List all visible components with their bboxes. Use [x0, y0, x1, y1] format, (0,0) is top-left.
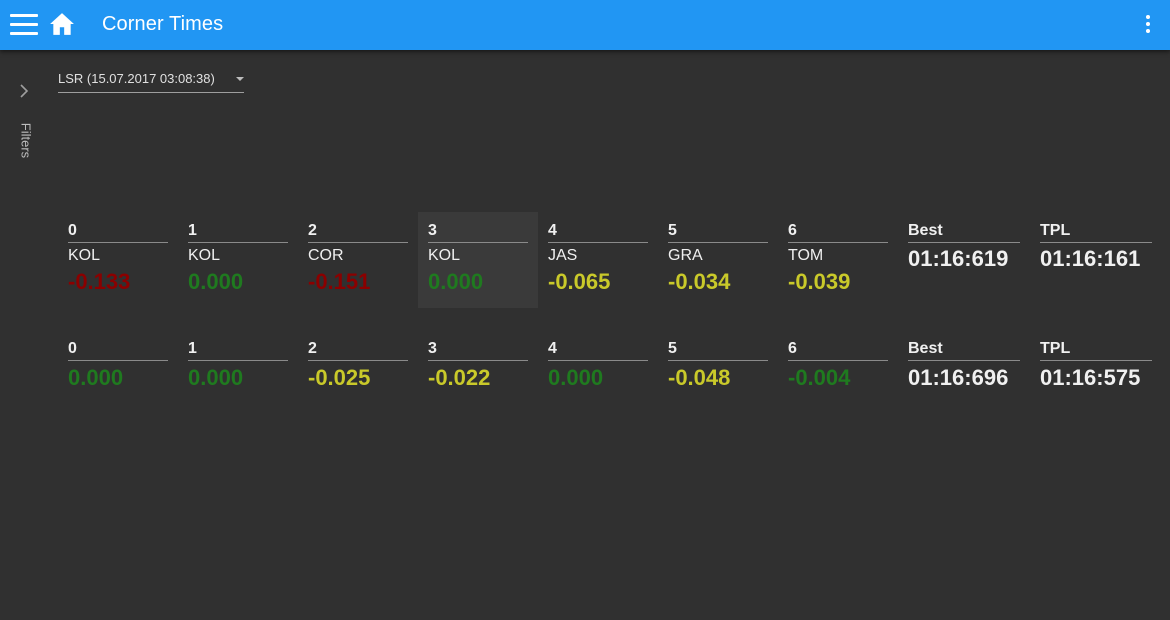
- corner-delta: 0.000: [188, 269, 244, 294]
- corner-delta: -0.048: [668, 365, 731, 390]
- corner-delta: 0.000: [188, 365, 244, 390]
- tpl-cell: TPL 01:16:575: [1040, 340, 1152, 391]
- driver-code: JAS: [548, 247, 578, 264]
- corner-cell-6: 6 -0.004: [788, 340, 888, 391]
- driver-code: TOM: [788, 247, 824, 264]
- chevron-right-icon[interactable]: [17, 84, 31, 98]
- best-cell: Best 01:16:696: [908, 340, 1020, 391]
- corner-cell-1: 1 0.000: [188, 340, 288, 391]
- corner-cell-0: 0 KOL -0.133: [68, 222, 168, 295]
- corner-cell-5: 5 -0.048: [668, 340, 768, 391]
- best-time: 01:16:619: [908, 246, 1009, 271]
- dropdown-caret-icon: [236, 77, 244, 81]
- corner-cell-6: 6 TOM -0.039: [788, 222, 888, 295]
- corner-cell-2: 2 -0.025: [308, 340, 408, 391]
- driver-code: KOL: [188, 247, 221, 264]
- corner-index: 6: [788, 222, 888, 243]
- corner-index: 6: [788, 340, 888, 361]
- app-bar: Corner Times: [0, 0, 1170, 50]
- page-title: Corner Times: [102, 13, 224, 35]
- corner-cell-0: 0 0.000: [68, 340, 168, 391]
- corner-delta: -0.133: [68, 269, 131, 294]
- corner-index: 1: [188, 340, 288, 361]
- corner-index: 4: [548, 340, 648, 361]
- session-select-value: LSR (15.07.2017 03:08:38): [58, 71, 215, 86]
- driver-code: KOL: [428, 247, 461, 264]
- tpl-time: 01:16:575: [1040, 365, 1141, 390]
- driver-code: GRA: [668, 247, 703, 264]
- tpl-time: 01:16:161: [1040, 246, 1141, 271]
- home-icon[interactable]: [49, 12, 75, 36]
- corner-index: 3: [428, 340, 528, 361]
- session-select[interactable]: LSR (15.07.2017 03:08:38): [58, 66, 244, 93]
- tpl-label: TPL: [1040, 222, 1152, 243]
- corner-delta: 0.000: [68, 365, 124, 390]
- corner-cell-4: 4 JAS -0.065: [548, 222, 648, 295]
- best-label: Best: [908, 222, 1020, 243]
- filters-toggle[interactable]: Filters: [19, 121, 34, 161]
- corner-delta: 0.000: [548, 365, 604, 390]
- corner-delta: -0.004: [788, 365, 851, 390]
- corner-cell-2: 2 COR -0.151: [308, 222, 408, 295]
- corner-cell-1: 1 KOL 0.000: [188, 222, 288, 295]
- best-label: Best: [908, 340, 1020, 361]
- corner-index: 5: [668, 340, 768, 361]
- more-vert-icon[interactable]: [1143, 15, 1153, 35]
- corner-index: 1: [188, 222, 288, 243]
- corner-delta: -0.039: [788, 269, 851, 294]
- best-time: 01:16:696: [908, 365, 1009, 390]
- corner-cell-5: 5 GRA -0.034: [668, 222, 768, 295]
- corner-delta: -0.034: [668, 269, 731, 294]
- corner-delta: -0.022: [428, 365, 491, 390]
- corner-index: 5: [668, 222, 768, 243]
- corner-index: 0: [68, 222, 168, 243]
- corner-delta: -0.065: [548, 269, 611, 294]
- corner-index: 0: [68, 340, 168, 361]
- corner-delta: 0.000: [428, 269, 484, 294]
- tpl-label: TPL: [1040, 340, 1152, 361]
- driver-code: KOL: [68, 247, 101, 264]
- corner-index: 2: [308, 340, 408, 361]
- menu-icon[interactable]: [10, 14, 38, 36]
- corner-delta: -0.151: [308, 269, 371, 294]
- best-cell: Best 01:16:619: [908, 222, 1020, 272]
- corner-index: 3: [428, 222, 528, 243]
- corner-cell-3: 3 KOL 0.000: [418, 212, 538, 308]
- tpl-cell: TPL 01:16:161: [1040, 222, 1152, 272]
- corner-index: 2: [308, 222, 408, 243]
- corner-index: 4: [548, 222, 648, 243]
- driver-code: COR: [308, 247, 344, 264]
- corner-cell-3: 3 -0.022: [428, 340, 528, 391]
- corner-delta: -0.025: [308, 365, 371, 390]
- corner-cell-4: 4 0.000: [548, 340, 648, 391]
